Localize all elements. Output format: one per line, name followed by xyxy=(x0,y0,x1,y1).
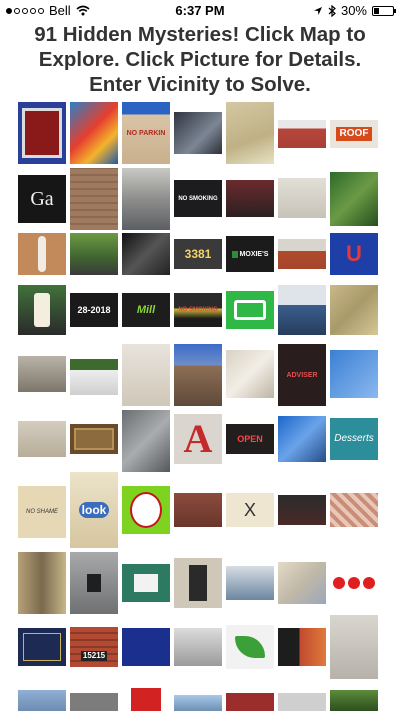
photo-thumbnail[interactable] xyxy=(330,615,378,679)
photo-thumbnail[interactable] xyxy=(278,495,326,525)
photo-text: 3381 xyxy=(184,247,212,261)
photo-thumbnail[interactable] xyxy=(226,566,274,600)
photo-thumbnail[interactable] xyxy=(226,102,274,164)
page-title: 91 Hidden Mysteries! Click Map to Explor… xyxy=(34,23,366,96)
photo-text-decor: U xyxy=(346,241,362,266)
photo-thumbnail[interactable] xyxy=(174,344,222,406)
photo-text: 28-2018 xyxy=(77,304,111,315)
photo-thumbnail[interactable] xyxy=(278,562,326,604)
photo-thumbnail[interactable] xyxy=(174,695,222,711)
photo-thumbnail[interactable] xyxy=(278,416,326,462)
photo-thumbnail[interactable]: 3381 xyxy=(174,239,222,269)
photo-thumbnail[interactable]: 28-2018 xyxy=(70,293,118,327)
photo-thumbnail[interactable] xyxy=(70,552,118,614)
photo-thumbnail[interactable] xyxy=(174,112,222,154)
photo-text: Mill xyxy=(136,303,156,316)
photo-text: ADVISER xyxy=(286,371,318,379)
photo-text-decor: A xyxy=(183,416,213,461)
photo-thumbnail[interactable] xyxy=(18,356,66,392)
photo-thumbnail[interactable] xyxy=(278,628,326,666)
photo-text: NO SMOKING xyxy=(178,195,218,202)
photo-thumbnail[interactable] xyxy=(278,120,326,148)
photo-text: NO SMOKING xyxy=(178,307,218,313)
photo-thumbnail[interactable] xyxy=(330,172,378,226)
photo-thumbnail[interactable] xyxy=(330,493,378,527)
photo-thumbnail[interactable] xyxy=(70,359,118,395)
photo-text: 15215 xyxy=(80,651,108,661)
photo-thumbnail[interactable] xyxy=(226,291,274,329)
photo-text: NO SHAME xyxy=(25,509,58,515)
photo-thumbnail[interactable] xyxy=(18,690,66,711)
photo-thumbnail[interactable] xyxy=(122,564,170,602)
photo-thumbnail[interactable]: U xyxy=(330,233,378,275)
photo-thumbnail[interactable] xyxy=(70,233,118,275)
photo-text: NO PARKIN xyxy=(126,129,166,137)
photo-thumbnail[interactable] xyxy=(174,558,222,608)
photo-thumbnail[interactable] xyxy=(122,233,170,275)
photo-text: ROOF xyxy=(335,127,373,141)
photo-thumbnail[interactable]: NO SMOKING xyxy=(174,180,222,217)
photo-thumbnail[interactable] xyxy=(18,628,66,666)
photo-thumbnail[interactable] xyxy=(226,625,274,669)
photo-thumbnail[interactable] xyxy=(174,628,222,666)
photo-thumbnail[interactable] xyxy=(70,168,118,230)
photo-thumbnail[interactable]: 15215 xyxy=(70,627,118,667)
photo-thumbnail[interactable] xyxy=(226,693,274,711)
photo-thumbnail[interactable] xyxy=(18,233,66,275)
photo-thumbnail[interactable] xyxy=(122,410,170,472)
photo-thumbnail[interactable] xyxy=(122,628,170,666)
photo-thumbnail[interactable] xyxy=(226,180,274,217)
battery-percent: 30% xyxy=(340,3,367,18)
photo-thumbnail[interactable] xyxy=(122,486,170,534)
photo-thumbnail[interactable] xyxy=(18,421,66,457)
location-arrow-icon xyxy=(313,6,322,15)
photo-thumbnail[interactable] xyxy=(174,493,222,527)
photo-thumbnail[interactable]: NO SMOKING xyxy=(174,293,222,327)
photo-thumbnail[interactable] xyxy=(18,552,66,614)
photo-thumbnail[interactable] xyxy=(330,350,378,398)
photo-thumbnail[interactable] xyxy=(278,285,326,335)
photo-thumbnail[interactable] xyxy=(330,566,378,600)
photo-thumbnail[interactable] xyxy=(278,178,326,218)
photo-thumbnail[interactable] xyxy=(330,690,378,711)
photo-thumbnail[interactable] xyxy=(278,239,326,269)
status-bar: Bell 6:37 PM 30% xyxy=(0,0,400,20)
photo-thumbnail[interactable] xyxy=(278,693,326,711)
bluetooth-icon xyxy=(328,4,336,17)
photo-thumbnail[interactable]: ROOF xyxy=(330,120,378,148)
photo-text: X xyxy=(243,500,256,520)
photo-thumbnail[interactable] xyxy=(122,168,170,230)
photo-thumbnail[interactable]: ADVISER xyxy=(278,344,326,406)
photo-thumbnail[interactable] xyxy=(18,285,66,335)
photo-thumbnail[interactable] xyxy=(226,350,274,398)
photo-thumbnail[interactable]: NO PARKIN xyxy=(122,102,170,164)
photo-thumbnail[interactable]: Ga xyxy=(18,175,66,223)
photo-thumbnail[interactable]: Mill xyxy=(122,293,170,327)
photo-thumbnail[interactable]: MOXIE'S xyxy=(226,236,274,272)
photo-thumbnail[interactable] xyxy=(70,102,118,164)
photo-thumbnail[interactable]: X xyxy=(226,493,274,527)
photo-thumbnail[interactable] xyxy=(122,344,170,406)
photo-thumbnail[interactable] xyxy=(18,102,66,164)
battery-icon xyxy=(372,5,396,16)
photo-text: OPEN xyxy=(237,433,263,444)
photo-thumbnail[interactable]: NO SHAME xyxy=(18,486,66,538)
photo-thumbnail[interactable] xyxy=(122,685,170,711)
photo-text: Ga xyxy=(30,188,54,210)
photo-text: MOXIE'S xyxy=(231,250,268,258)
photo-text: Desserts xyxy=(334,433,374,444)
photo-thumbnail[interactable]: A xyxy=(174,414,222,464)
photo-thumbnail[interactable]: look xyxy=(70,472,118,548)
photo-thumbnail[interactable] xyxy=(70,693,118,711)
photo-thumbnail[interactable]: OPEN xyxy=(226,424,274,454)
photo-thumbnail[interactable] xyxy=(330,285,378,335)
photo-text: look xyxy=(78,502,110,518)
photo-thumbnail[interactable] xyxy=(70,424,118,454)
photo-thumbnail[interactable]: Desserts xyxy=(330,418,378,460)
